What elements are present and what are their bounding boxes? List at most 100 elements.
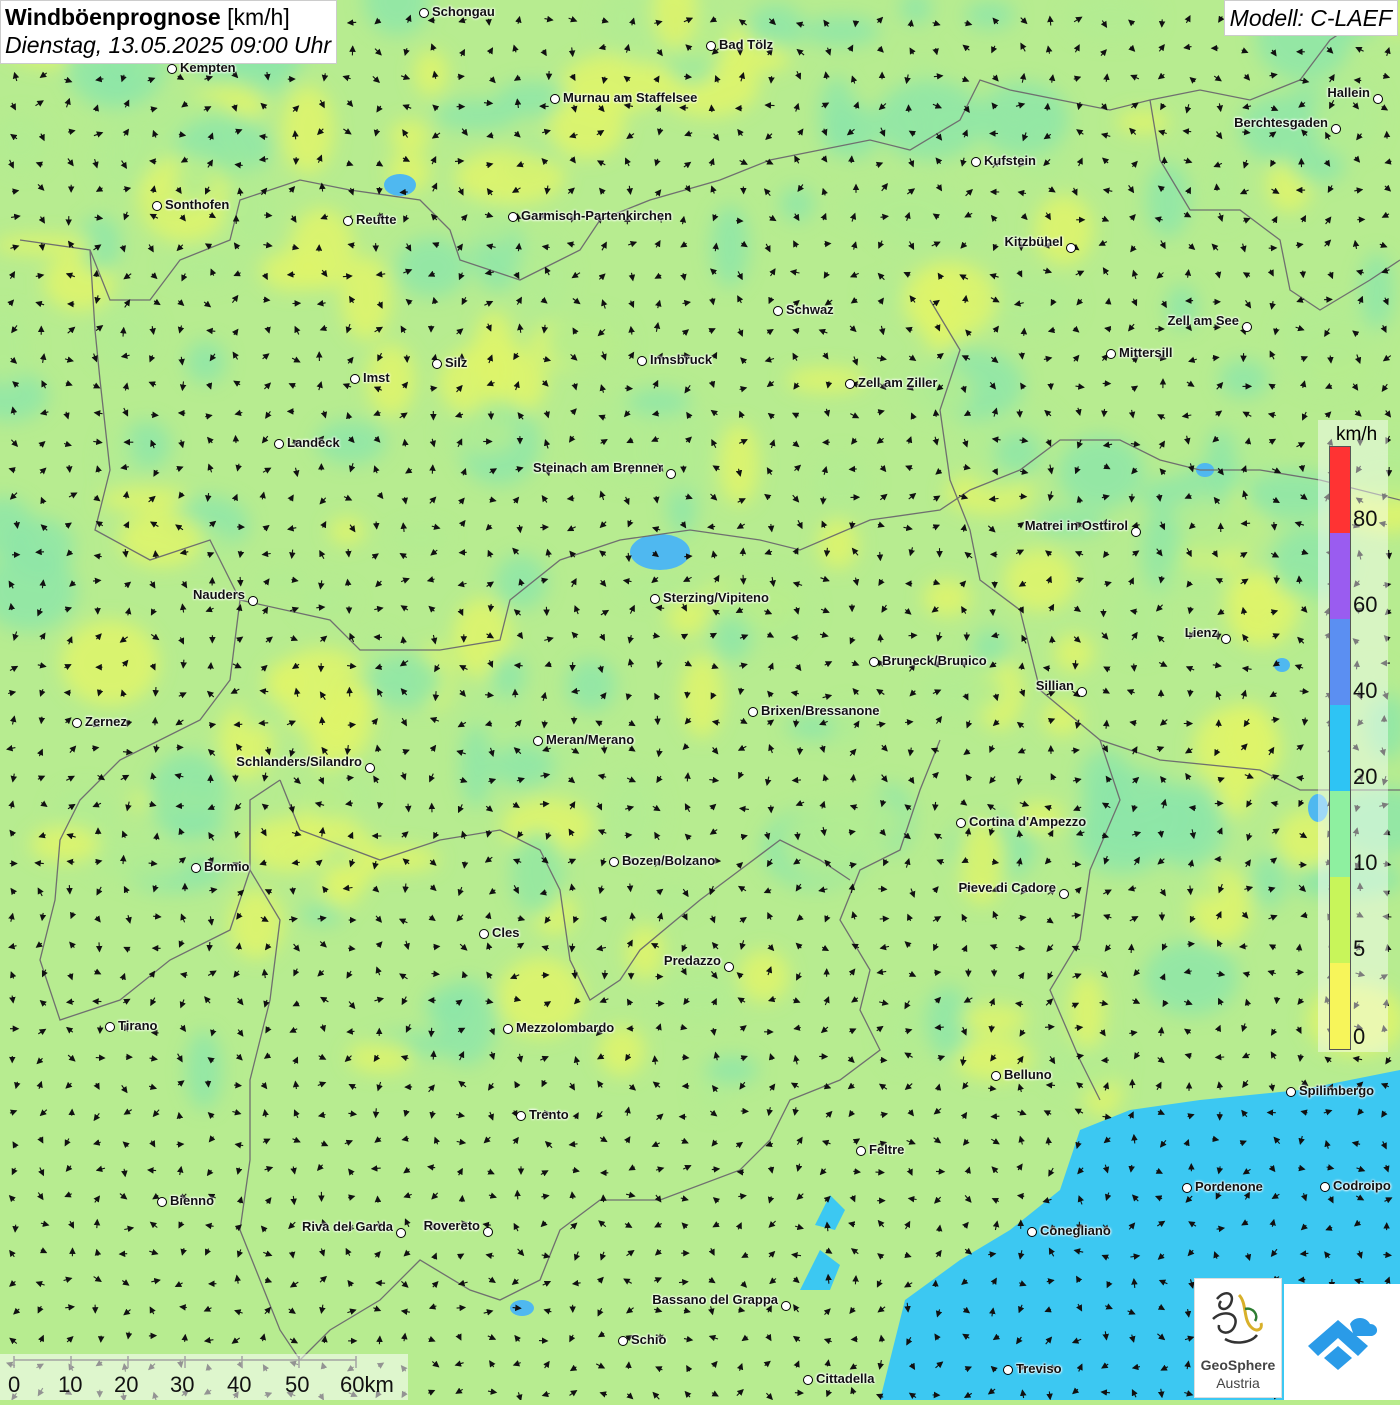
wind-arrow [431,1028,432,1037]
wind-arrow [1052,637,1053,643]
wind-arrow [628,1362,629,1368]
city-marker [1242,322,1252,332]
wind-arrow [625,835,632,836]
scale-label: 0 [8,1372,20,1398]
field-patch [1185,876,1223,898]
city-marker [845,379,855,389]
wind-arrow [935,1027,943,1028]
wind-arrow [823,497,824,504]
city-marker [856,1146,866,1156]
city-marker [167,64,177,74]
wind-arrow [491,411,492,419]
city-label: Nauders [193,587,245,602]
city-label: Schlanders/Silandro [236,754,362,769]
wind-arrow [687,773,688,781]
city-label: Hallein [1327,85,1370,100]
wind-arrow [153,916,161,917]
city-marker [1059,889,1069,899]
wind-arrow [408,804,409,812]
field-patch [87,833,191,881]
wind-arrow [738,1172,744,1173]
field-patch [436,979,496,1065]
city-label: Bienno [170,1193,214,1208]
city-marker [781,1301,791,1311]
wind-arrow [687,692,688,698]
legend-color-bar [1329,446,1351,1050]
legend-label: 0 [1353,1024,1365,1050]
wind-arrow [684,76,691,77]
wind-arrow [1303,271,1304,277]
wind-arrow [15,1225,16,1232]
wind-arrow [824,244,830,245]
city-label: Zell am Ziller [858,375,937,390]
wind-arrow [1045,1027,1054,1028]
wind-arrow [435,691,436,700]
city-label: Conegliano [1040,1223,1111,1238]
field-patch [1042,700,1082,736]
model-label: Modell: C-LAEF [1224,0,1398,36]
field-patch [1035,195,1093,265]
geosphere-mark-icon [1195,1279,1281,1355]
wind-arrow [712,1169,719,1170]
city-label: Feltre [869,1142,904,1157]
city-label: Matrei in Osttirol [1025,518,1128,533]
city-label: Garmisch-Partenkirchen [521,208,672,223]
city-label: Schio [631,1332,666,1347]
city-marker [152,201,162,211]
city-label: Zell am See [1167,313,1239,328]
wind-arrow [1020,410,1021,417]
wind-arrow [513,1308,521,1309]
city-label: Imst [363,370,390,385]
city-label: Innsbruck [650,352,712,367]
wind-arrow [263,300,269,301]
wind-arrow [880,552,881,560]
wind-arrow [211,663,212,669]
city-marker [1027,1227,1037,1237]
field-patch [516,233,570,317]
legend-label: 80 [1353,506,1377,532]
wind-arrow [240,577,241,586]
city-label: Tirano [118,1018,158,1033]
city-marker [1221,634,1231,644]
city-label: Meran/Merano [546,732,634,747]
city-label: Landeck [287,435,340,450]
field-patch [822,793,904,853]
city-marker [1286,1087,1296,1097]
field-patch [706,1056,758,1084]
city-label: Pordenone [1195,1179,1263,1194]
app-logo [1284,1284,1400,1400]
wind-arrow [99,942,100,951]
logo-name: GeoSphere [1195,1357,1281,1373]
city-marker [274,439,284,449]
map-title-box: Windböenprognose [km/h] Dienstag, 13.05.… [0,0,337,64]
city-marker [432,359,442,369]
city-marker [724,962,734,972]
wind-arrow [540,527,548,528]
city-label: Silz [445,355,467,370]
wind-arrow [264,215,271,216]
city-marker [1077,687,1087,697]
field-patch [994,431,1042,475]
wind-arrow [852,522,853,529]
field-patch [414,50,448,96]
city-label: Bassano del Grappa [652,1292,778,1307]
field-patch [876,80,984,160]
city-label: Kufstein [984,153,1036,168]
title-unit: [km/h] [227,4,290,30]
city-label: Reutte [356,212,396,227]
field-patch [1116,110,1170,134]
scale-label: 40 [227,1372,251,1398]
wind-arrow [711,106,712,113]
city-label: Brixen/Bressanone [761,703,880,718]
city-marker [365,763,375,773]
city-marker [191,863,201,873]
field-patch [802,16,880,46]
wind-arrow [1187,944,1194,945]
field-patch [321,864,361,908]
wind-arrow [455,161,463,162]
wind-arrow [853,775,854,782]
wind-arrow [97,1220,98,1228]
city-marker [479,929,489,939]
city-label: Kitzbühel [1005,234,1064,249]
wind-arrow [288,274,295,275]
